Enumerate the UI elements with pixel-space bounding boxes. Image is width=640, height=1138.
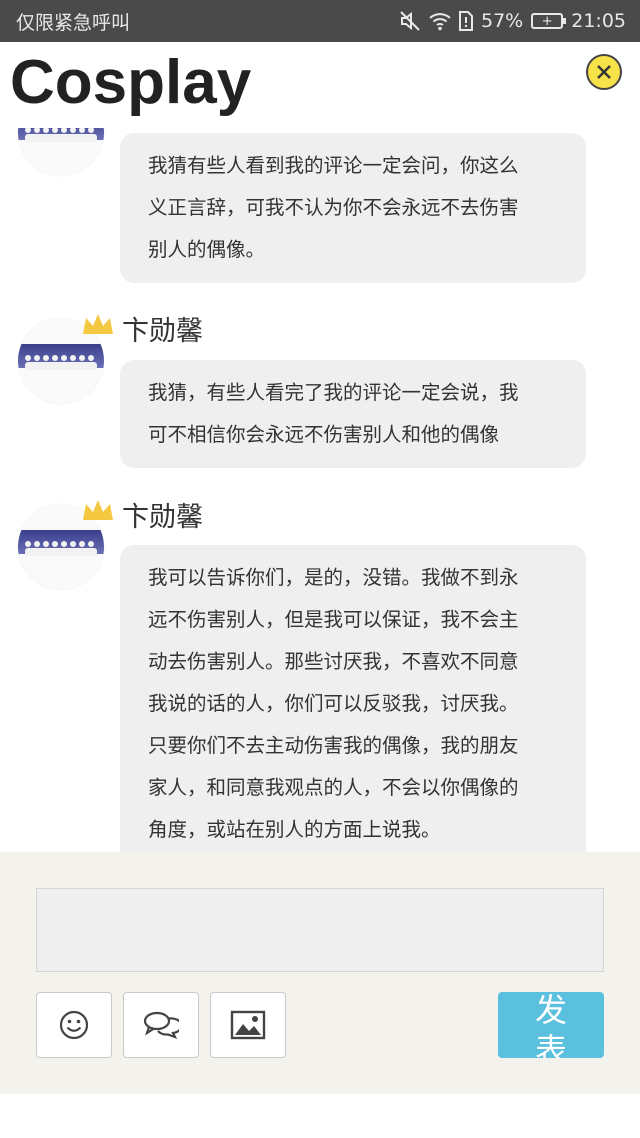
page-title: Cosplay: [10, 48, 252, 117]
emoji-button[interactable]: [36, 992, 112, 1058]
comment-line: 角度，或站在别人的方面上说我。: [148, 818, 441, 841]
image-button[interactable]: [210, 992, 286, 1058]
comment-line: 义正言辞，可我不认为你不会永远不去伤害: [148, 196, 519, 219]
send-label-1: 发: [534, 992, 567, 1029]
comment-line: 我可以告诉你们，是的，没错。我做不到永: [148, 566, 519, 589]
close-button[interactable]: [586, 54, 622, 90]
smiley-icon: [59, 1010, 89, 1040]
send-label-2: 表: [534, 1031, 567, 1058]
comment-line: 我猜有些人看到我的评论一定会问，你这么: [148, 154, 519, 177]
chat-bubbles-icon: [143, 1011, 179, 1039]
carrier-text: 仅限紧急呼叫: [16, 11, 131, 34]
comment-line: 我猜，有些人看完了我的评论一定会说，我: [148, 381, 519, 404]
comment-list[interactable]: 我猜有些人看到我的评论一定会问，你这么 义正言辞，可我不认为你不会永远不去伤害 …: [0, 128, 640, 852]
comment-bubble: 我猜有些人看到我的评论一定会问，你这么 义正言辞，可我不认为你不会永远不去伤害 …: [120, 133, 586, 283]
comment-input[interactable]: [36, 888, 604, 972]
avatar[interactable]: [18, 128, 104, 176]
sim-icon: [459, 11, 473, 31]
comment-line: 动去伤害别人。那些讨厌我，不喜欢不同意: [148, 650, 519, 673]
status-icons: 57% + 21:05: [399, 10, 626, 32]
crown-icon: [83, 500, 113, 520]
send-button[interactable]: 发 表: [498, 992, 604, 1058]
crown-icon: [83, 314, 113, 334]
comment-line: 只要你们不去主动伤害我的偶像，我的朋友: [148, 734, 519, 757]
image-icon: [230, 1010, 266, 1040]
commenter-name[interactable]: 卞勋馨: [122, 318, 203, 345]
composer-panel: 发 表: [0, 852, 640, 1094]
commenter-name[interactable]: 卞勋馨: [122, 504, 203, 531]
battery-icon: +: [531, 13, 567, 29]
close-icon: [597, 65, 611, 79]
comment-bubble: 我猜，有些人看完了我的评论一定会说，我 可不相信你会永远不伤害别人和他的偶像: [120, 360, 586, 468]
comment-bubble: 我可以告诉你们，是的，没错。我做不到永 远不伤害别人，但是我可以保证，我不会主 …: [120, 545, 586, 852]
status-bar: 仅限紧急呼叫 57% + 21:05: [0, 0, 640, 42]
comment-line: 家人，和同意我观点的人，不会以你偶像的: [148, 776, 519, 799]
wifi-icon: [429, 11, 451, 31]
comment-line: 远不伤害别人，但是我可以保证，我不会主: [148, 608, 519, 631]
comment-line: 可不相信你会永远不伤害别人和他的偶像: [148, 423, 500, 446]
clock: 21:05: [571, 10, 626, 32]
comment-line: 我说的话的人，你们可以反驳我，讨厌我。: [148, 692, 519, 715]
comment-line: 别人的偶像。: [148, 238, 266, 261]
mute-icon: [399, 10, 421, 32]
chat-button[interactable]: [123, 992, 199, 1058]
battery-percent: 57%: [481, 10, 524, 32]
